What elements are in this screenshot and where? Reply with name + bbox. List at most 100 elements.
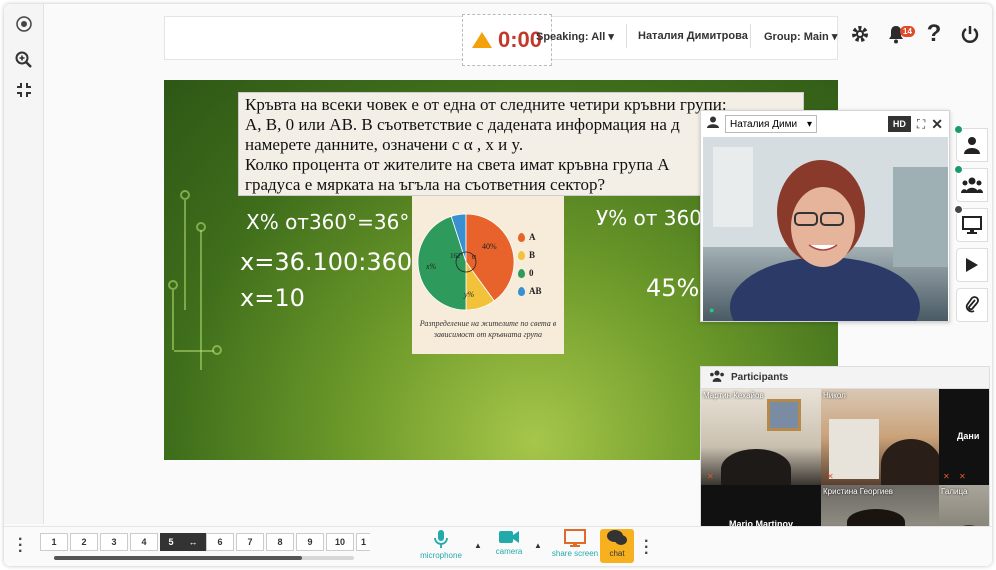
- decor-circle: [196, 222, 206, 232]
- speaking-filter[interactable]: Speaking: All ▾: [536, 30, 614, 43]
- zoom-in-icon[interactable]: [12, 48, 36, 72]
- participant-name: Дани: [957, 431, 980, 441]
- left-toolbar: [4, 4, 44, 524]
- close-icon[interactable]: ✕: [931, 116, 943, 133]
- caret-up-icon[interactable]: ▲: [534, 541, 542, 550]
- pie-label-y: y%: [464, 290, 475, 299]
- camera-icon: [499, 531, 519, 543]
- drop-icon: [518, 232, 525, 242]
- pie-label-deg: 162°: [450, 252, 464, 260]
- more-options-icon[interactable]: · · ·: [18, 532, 23, 560]
- annotation-x-result: x=10: [240, 284, 305, 312]
- group-select[interactable]: Group: Main ▾: [764, 30, 837, 43]
- participant-select[interactable]: Наталия Дими ▾: [725, 115, 817, 133]
- page-scrollbar-thumb[interactable]: [54, 556, 302, 560]
- participant-name: Мартин Кехайов: [703, 391, 764, 400]
- more-tools-icon[interactable]: · · ·: [644, 534, 649, 562]
- help-icon[interactable]: ?: [922, 20, 946, 48]
- warning-icon: [471, 32, 492, 48]
- decor-circle: [212, 345, 222, 355]
- decor-circle: [168, 280, 178, 290]
- page-button[interactable]: 6: [206, 533, 234, 551]
- bottom-toolbar: · · · 1 2 3 4 5 ↔ 6 7 8 9 10 1 microphone …: [4, 526, 992, 566]
- participant-name: Никол: [823, 391, 846, 400]
- annotation-y-result: 45%: [646, 274, 700, 302]
- camera-label: camera: [495, 547, 523, 556]
- page-button[interactable]: 9: [296, 533, 324, 551]
- drop-icon: [518, 286, 525, 296]
- participant-tile[interactable]: Никол ✕: [821, 389, 939, 485]
- participant-select-value: Наталия Дими: [730, 118, 798, 130]
- attachment-icon[interactable]: [956, 288, 988, 322]
- group-select-label: Group: Main: [764, 31, 829, 43]
- page-button[interactable]: 1: [356, 533, 370, 551]
- participants-title: Participants: [731, 372, 789, 383]
- legend-item: В: [518, 250, 535, 260]
- page-scrollbar[interactable]: [54, 556, 354, 560]
- microphone-icon: [434, 530, 448, 548]
- mic-muted-icon: ✕: [827, 472, 834, 481]
- drop-icon: [518, 268, 525, 278]
- play-icon[interactable]: [956, 248, 988, 282]
- wall-paper: [829, 419, 879, 479]
- power-icon[interactable]: [956, 20, 984, 48]
- page-button[interactable]: 3: [100, 533, 128, 551]
- page-button[interactable]: 4: [130, 533, 158, 551]
- participant-silhouette: [881, 439, 939, 485]
- page-button[interactable]: 7: [236, 533, 264, 551]
- camera-button[interactable]: camera: [488, 529, 530, 563]
- legend-label: АВ: [529, 286, 542, 296]
- legend-item: 0: [518, 268, 534, 278]
- fit-screen-icon[interactable]: [12, 78, 36, 102]
- gear-icon[interactable]: [846, 20, 874, 48]
- page-button[interactable]: 2: [70, 533, 98, 551]
- microphone-label: microphone: [420, 551, 462, 560]
- caret-up-icon[interactable]: ▲: [474, 541, 482, 550]
- hd-button[interactable]: HD: [887, 116, 911, 132]
- app-frame: 0:00 Speaking: All ▾ Наталия Димитрова G…: [4, 4, 992, 566]
- decor-line: [184, 200, 186, 310]
- legend-item: А: [518, 232, 536, 242]
- participant-tile[interactable]: Мартин Кехайов ✕: [701, 389, 821, 485]
- annotation-x-percent: X% от360°=36°: [246, 210, 410, 234]
- video-panel[interactable]: Наталия Дими ▾ HD ⛶ ✕ ●: [700, 110, 950, 322]
- page-button[interactable]: 10: [326, 533, 354, 551]
- page-button[interactable]: 1: [40, 533, 68, 551]
- monitor-icon[interactable]: [954, 205, 988, 242]
- app-logo-icon[interactable]: [12, 12, 36, 36]
- camera-off-icon: ✕: [959, 472, 966, 481]
- page-button[interactable]: 8: [266, 533, 294, 551]
- chevron-down-icon: ▾: [806, 118, 812, 130]
- page-button-active[interactable]: 5 ↔: [160, 533, 206, 551]
- mic-muted-icon: ✕: [707, 472, 714, 481]
- camera-status-dot: [954, 125, 963, 134]
- legend-label: А: [529, 232, 536, 242]
- group-users-icon[interactable]: [954, 165, 988, 202]
- fullscreen-icon[interactable]: ⛶: [917, 117, 925, 132]
- participant-tile[interactable]: Дани ✕ ✕: [939, 389, 989, 485]
- user-icon[interactable]: [954, 125, 988, 162]
- divider: [750, 24, 751, 48]
- notification-badge: 14: [900, 26, 915, 37]
- drop-icon: [518, 250, 525, 260]
- pie-chart-panel: 40% x% y% α 162° А В 0 АВ Разпределение …: [412, 196, 564, 354]
- chat-label: chat: [609, 549, 625, 558]
- chevron-down-icon: ▾: [608, 31, 614, 43]
- chat-button[interactable]: chat: [600, 529, 634, 563]
- user-icon: [707, 115, 719, 133]
- right-toolbar: [952, 122, 992, 322]
- share-screen-button[interactable]: share screen: [550, 529, 600, 563]
- speaking-filter-label: Speaking: All: [536, 31, 606, 43]
- wall-picture: [767, 399, 801, 431]
- pie-label-x: x%: [426, 262, 437, 271]
- decor-line: [174, 350, 214, 352]
- pie-label-forty: 40%: [482, 242, 497, 251]
- presenter-name: Наталия Димитрова: [638, 30, 748, 42]
- speaker-video: ●: [703, 137, 948, 321]
- decor-line: [200, 230, 202, 370]
- chevron-down-icon: ▾: [831, 31, 838, 43]
- participant-name: Кристина Георгиев: [823, 487, 894, 496]
- microphone-button[interactable]: microphone: [420, 529, 462, 563]
- page-number: 5: [168, 537, 174, 547]
- annotation-y-percent: У% от 360°: [596, 206, 712, 230]
